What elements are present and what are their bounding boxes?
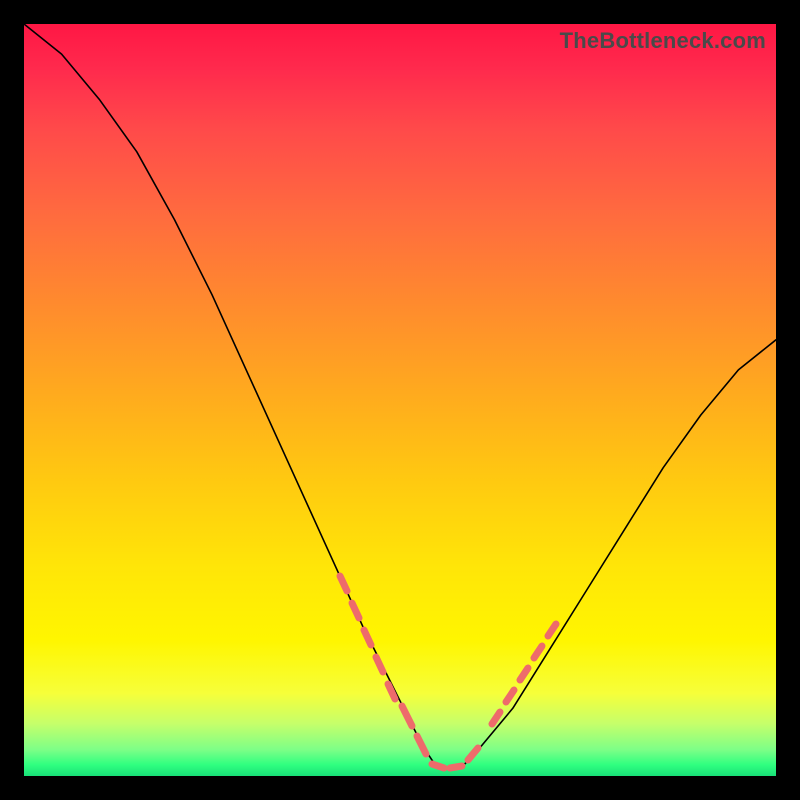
- dash-seg: [450, 766, 462, 768]
- plot-area: TheBottleneck.com: [24, 24, 776, 776]
- dash-seg: [548, 624, 556, 636]
- curve-svg: [24, 24, 776, 776]
- dash-seg: [417, 736, 426, 754]
- dash-seg: [364, 630, 371, 645]
- dash-seg: [352, 603, 359, 618]
- chart-frame: TheBottleneck.com: [0, 0, 800, 800]
- dash-seg: [492, 712, 500, 724]
- dash-seg: [468, 748, 478, 760]
- dash-seg: [432, 764, 444, 768]
- dash-seg: [340, 576, 347, 591]
- dash-seg: [506, 690, 514, 702]
- dash-seg: [388, 684, 395, 699]
- bottleneck-curve: [24, 24, 776, 769]
- dash-seg: [376, 657, 383, 672]
- dash-seg: [402, 706, 412, 726]
- dash-group-bottom: [402, 706, 478, 768]
- dash-group-right: [492, 624, 556, 724]
- dash-seg: [534, 646, 542, 658]
- dash-seg: [520, 668, 528, 680]
